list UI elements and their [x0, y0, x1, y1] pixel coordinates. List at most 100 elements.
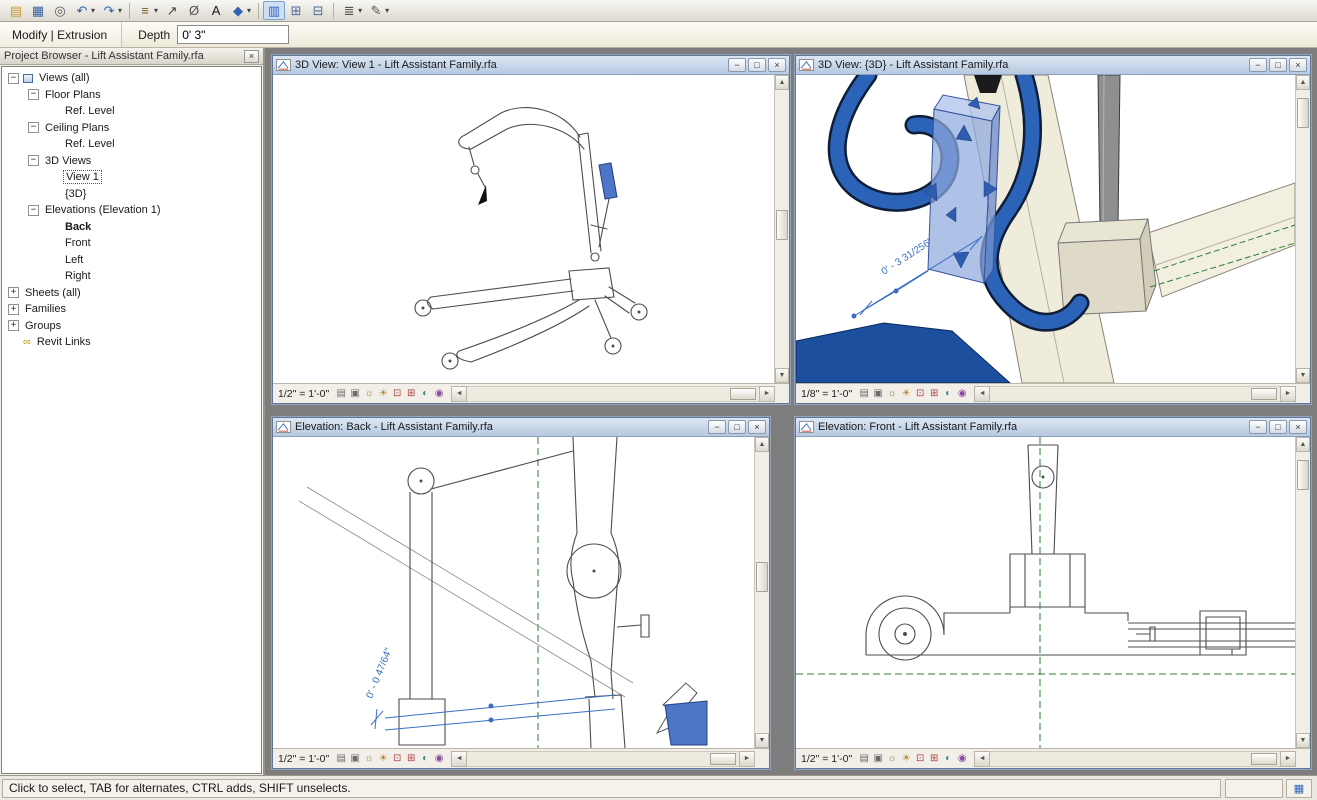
scroll-left-button[interactable]: ◄ [974, 751, 990, 767]
dimension-text[interactable]: 0' - 0 47/64" [365, 646, 395, 700]
view-scale-button[interactable]: 1/8" = 1'-0" [801, 388, 852, 400]
sun-path-icon[interactable]: ☀ [899, 750, 913, 768]
window-titlebar[interactable]: Elevation: Back - Lift Assistant Family.… [273, 418, 769, 437]
line-styles-button[interactable]: ≡▾ [134, 1, 161, 20]
shadows-icon[interactable]: ☼ [885, 385, 899, 403]
tree-item-back[interactable]: Back [2, 219, 261, 236]
scroll-left-button[interactable]: ◄ [974, 386, 990, 402]
vertical-scroll-thumb[interactable] [776, 210, 788, 240]
scroll-up-button[interactable]: ▲ [1296, 75, 1310, 90]
family-types-button[interactable]: ▥ [263, 1, 285, 20]
horizontal-scroll-track[interactable] [467, 751, 739, 767]
tree-minus-box[interactable]: − [28, 122, 39, 133]
tree-minus-box[interactable]: − [8, 73, 19, 84]
close-button[interactable]: × [1289, 58, 1307, 72]
horizontal-scrollbar[interactable]: ◄ ► [974, 384, 1310, 403]
tree-item-ref-level[interactable]: Ref. Level [2, 136, 261, 153]
horizontal-scroll-track[interactable] [990, 751, 1280, 767]
tree-minus-box[interactable]: − [28, 89, 39, 100]
scroll-down-button[interactable]: ▼ [1296, 368, 1310, 383]
minimize-button[interactable]: − [1249, 420, 1267, 434]
vertical-scroll-track[interactable] [755, 452, 769, 733]
save-button[interactable]: ▦ [27, 1, 49, 20]
undo-button[interactable]: ↶▾ [71, 1, 98, 20]
project-browser-titlebar[interactable]: Project Browser - Lift Assistant Family.… [0, 48, 263, 65]
model-graphics-style-icon[interactable]: ▣ [348, 385, 362, 403]
restore-button[interactable]: □ [728, 420, 746, 434]
vertical-scrollbar[interactable]: ▲ ▼ [754, 437, 769, 748]
view-scale-button[interactable]: 1/2" = 1'-0" [278, 753, 329, 765]
tree-item-ceiling-plans[interactable]: −Ceiling Plans [2, 120, 261, 137]
scroll-left-button[interactable]: ◄ [451, 751, 467, 767]
model-graphics-style-icon[interactable]: ▣ [871, 750, 885, 768]
sun-path-icon[interactable]: ☀ [899, 385, 913, 403]
crop-region-icon[interactable]: ⊞ [404, 750, 418, 768]
detail-level-icon[interactable]: ▤ [857, 750, 871, 768]
pin-button[interactable]: Ø [183, 1, 205, 20]
sun-path-icon[interactable]: ☀ [376, 750, 390, 768]
project-browser-close-button[interactable]: × [244, 50, 259, 63]
tree-item-groups[interactable]: +Groups [2, 318, 261, 335]
tree-item-left[interactable]: Left [2, 252, 261, 269]
reveal-hidden-icon[interactable]: ◉ [432, 385, 446, 403]
vertical-scroll-thumb[interactable] [1297, 460, 1309, 490]
tree-item-revit-links[interactable]: ∞Revit Links [2, 334, 261, 351]
vertical-scrollbar[interactable]: ▲ ▼ [774, 75, 789, 383]
crop-view-icon[interactable]: ⊡ [390, 750, 404, 768]
horizontal-scroll-thumb[interactable] [710, 753, 736, 765]
vertical-scrollbar[interactable]: ▲ ▼ [1295, 75, 1310, 383]
model-graphics-style-icon[interactable]: ▣ [348, 750, 362, 768]
drawing-area-3d-closeup[interactable]: 0' - 3 31/256" [796, 75, 1295, 383]
redo-button[interactable]: ↷▾ [98, 1, 125, 20]
tree-item-ref-level[interactable]: Ref. Level [2, 103, 261, 120]
crop-view-icon[interactable]: ⊡ [390, 385, 404, 403]
horizontal-scrollbar[interactable]: ◄ ► [451, 749, 769, 768]
vertical-scroll-thumb[interactable] [1297, 98, 1309, 128]
scroll-right-button[interactable]: ► [759, 386, 775, 402]
tree-item-views-all[interactable]: −Views (all) [2, 70, 261, 87]
horizontal-scroll-thumb[interactable] [1251, 753, 1277, 765]
model-graphics-style-icon[interactable]: ▣ [871, 385, 885, 403]
window-titlebar[interactable]: 3D View: {3D} - Lift Assistant Family.rf… [796, 56, 1310, 75]
worksets-icon[interactable]: ▦ [1286, 779, 1312, 798]
tree-plus-box[interactable]: + [8, 320, 19, 331]
vertical-scroll-track[interactable] [775, 90, 789, 368]
horizontal-scrollbar[interactable]: ◄ ► [974, 749, 1310, 768]
tree-item-sheets-all[interactable]: +Sheets (all) [2, 285, 261, 302]
minimize-button[interactable]: − [1249, 58, 1267, 72]
scroll-up-button[interactable]: ▲ [775, 75, 789, 90]
scroll-down-button[interactable]: ▼ [775, 368, 789, 383]
vertical-scroll-track[interactable] [1296, 90, 1310, 368]
edit-dropdown-icon[interactable]: ▾ [385, 6, 389, 15]
horizontal-scroll-track[interactable] [990, 386, 1280, 402]
color-fill-button[interactable]: ◆▾ [227, 1, 254, 20]
crop-view-icon[interactable]: ⊡ [913, 750, 927, 768]
restore-button[interactable]: □ [1269, 420, 1287, 434]
depth-input[interactable] [177, 25, 289, 44]
redo-dropdown-icon[interactable]: ▾ [118, 6, 122, 15]
scroll-right-button[interactable]: ► [739, 751, 755, 767]
scroll-down-button[interactable]: ▼ [1296, 733, 1310, 748]
tree-item-view-1[interactable]: View 1 [2, 169, 261, 186]
temporary-hide-isolate-icon[interactable]: ◐ [941, 385, 955, 403]
tree-plus-box[interactable]: + [8, 287, 19, 298]
tree-item-right[interactable]: Right [2, 268, 261, 285]
print-button[interactable]: ◎ [49, 1, 71, 20]
tree-item-families[interactable]: +Families [2, 301, 261, 318]
temporary-hide-isolate-icon[interactable]: ◐ [941, 750, 955, 768]
view-scale-button[interactable]: 1/2" = 1'-0" [278, 388, 329, 400]
vertical-scroll-thumb[interactable] [756, 562, 768, 592]
thin-lines-button[interactable]: ≣▾ [338, 1, 365, 20]
shadows-icon[interactable]: ☼ [362, 750, 376, 768]
drawing-area-elevation-front[interactable] [796, 437, 1295, 748]
view-scale-button[interactable]: 1/2" = 1'-0" [801, 753, 852, 765]
tree-item-floor-plans[interactable]: −Floor Plans [2, 87, 261, 104]
close-button[interactable]: × [768, 58, 786, 72]
scroll-right-button[interactable]: ► [1280, 386, 1296, 402]
reveal-hidden-icon[interactable]: ◉ [432, 750, 446, 768]
measure-button[interactable]: ↗ [161, 1, 183, 20]
text-button[interactable]: A [205, 1, 227, 20]
restore-button[interactable]: □ [748, 58, 766, 72]
scroll-up-button[interactable]: ▲ [1296, 437, 1310, 452]
shadows-icon[interactable]: ☼ [362, 385, 376, 403]
